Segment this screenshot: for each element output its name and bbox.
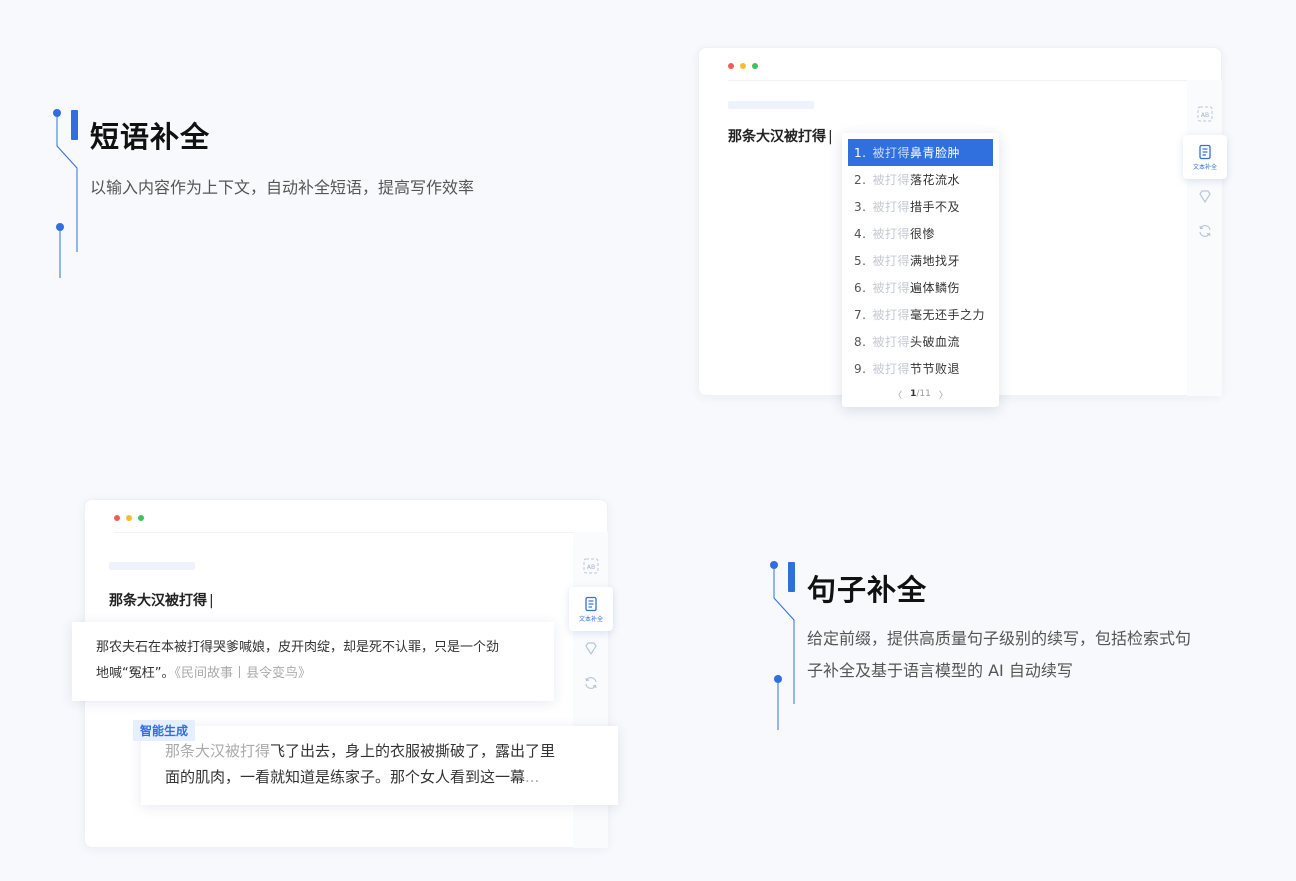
prompt-text: 那条大汉被打得 (109, 593, 207, 609)
ai-line-1: 那条大汉被打得飞了出去，身上的衣服被撕破了，露出了里 (165, 742, 556, 760)
suggestion-item[interactable]: 5. 被打得 满地找牙 (848, 247, 993, 274)
placeholder-bar (109, 562, 195, 570)
translate-tool-icon[interactable]: AB (580, 555, 602, 577)
close-dot[interactable] (728, 63, 734, 69)
suggestion-number: 6. (854, 280, 867, 295)
pagination: 〈 1/11 〉 (842, 384, 999, 404)
document-icon (585, 596, 597, 611)
ai-prefix: 那条大汉被打得 (165, 742, 271, 760)
minimize-dot[interactable] (126, 515, 132, 521)
ai-generated-suggestion[interactable]: 那条大汉被打得飞了出去，身上的衣服被撕破了，露出了里 面的肌肉，一看就知道是练家… (141, 726, 618, 805)
suggestion-prefix: 被打得 (872, 281, 910, 295)
editor-text[interactable]: 那条大汉被打得 | (109, 590, 214, 610)
maximize-dot[interactable] (138, 515, 144, 521)
phrase-feature-title: 短语补全 (90, 120, 211, 154)
ai-generated-tag: 智能生成 (133, 720, 196, 741)
suggestion-number: 8. (854, 334, 867, 349)
suggestion-completion: 很惨 (909, 227, 935, 241)
suggestion-completion: 措手不及 (909, 200, 960, 214)
suggestion-number: 4. (854, 226, 867, 241)
prompt-text: 那条大汉被打得 (728, 129, 826, 145)
editor-text[interactable]: 那条大汉被打得 | (728, 126, 833, 146)
window-controls (114, 515, 144, 521)
text-completion-label: 文本补全 (578, 615, 603, 623)
next-page-icon[interactable]: 〉 (939, 388, 948, 401)
suggestion-number: 5. (854, 253, 867, 268)
total-pages: 11 (919, 389, 931, 399)
suggestion-number: 9. (854, 361, 867, 376)
title-divider (114, 532, 574, 533)
placeholder-bar (728, 101, 814, 109)
text-completion-tool[interactable]: 文本补全 (569, 587, 613, 631)
suggestion-item[interactable]: 1. 被打得 鼻青脸肿 (848, 139, 993, 166)
suggestion-item[interactable]: 6. 被打得 遍体鳞伤 (848, 274, 993, 301)
suggestion-number: 1. (854, 145, 867, 160)
maximize-dot[interactable] (752, 63, 758, 69)
gem-tool-icon[interactable] (1194, 186, 1216, 208)
tool-rail: AB (1187, 80, 1222, 396)
minimize-dot[interactable] (740, 63, 746, 69)
retrieval-source: 《民间故事丨县令变鸟》 (174, 666, 311, 681)
sentence-feature-title: 句子补全 (807, 573, 928, 607)
suggestion-prefix: 被打得 (872, 254, 910, 268)
suggestion-completion: 遍体鳞伤 (909, 281, 960, 295)
text-caret: | (828, 129, 833, 145)
text-completion-tool[interactable]: 文本补全 (1183, 135, 1227, 179)
gem-tool-icon[interactable] (580, 638, 602, 660)
suggestion-prefix: 被打得 (872, 308, 910, 322)
suggestion-completion: 毫无还手之力 (909, 308, 985, 322)
suggestion-completion: 节节败退 (909, 362, 960, 376)
suggestion-completion: 鼻青脸肿 (909, 146, 960, 160)
sentence-feature-description-line-1: 给定前缀，提供高质量句子级别的续写，包括检索式句 (807, 629, 1192, 648)
suggestion-prefix: 被打得 (872, 146, 910, 160)
document-icon (1199, 144, 1211, 159)
suggestion-prefix: 被打得 (872, 173, 910, 187)
translate-tool-icon[interactable]: AB (1194, 103, 1216, 125)
suggestion-prefix: 被打得 (872, 227, 910, 241)
close-dot[interactable] (114, 515, 120, 521)
suggestion-item[interactable]: 7. 被打得 毫无还手之力 (848, 301, 993, 328)
svg-text:AB: AB (587, 564, 595, 571)
suggestion-number: 7. (854, 307, 867, 322)
window-controls (728, 63, 758, 69)
sentence-feature-description-line-2: 子补全及基于语言模型的 AI 自动续写 (807, 661, 1073, 680)
text-completion-label: 文本补全 (1192, 163, 1217, 171)
title-accent-bar (788, 562, 795, 592)
retrieval-line-1: 那农夫石在本被打得哭爹喊娘，皮开肉绽，却是死不认罪，只是一个劲 (96, 640, 500, 655)
prev-page-icon[interactable]: 〈 (893, 388, 902, 401)
refresh-tool-icon[interactable] (1194, 220, 1216, 242)
title-divider (728, 80, 1188, 81)
suggestion-prefix: 被打得 (872, 200, 910, 214)
page-indicator: 1/11 (910, 389, 931, 399)
suggestion-prefix: 被打得 (872, 335, 910, 349)
suggestion-completion: 落花流水 (909, 173, 960, 187)
suggestion-item[interactable]: 9. 被打得 节节败退 (848, 355, 993, 382)
suggestion-item[interactable]: 3. 被打得 措手不及 (848, 193, 993, 220)
refresh-tool-icon[interactable] (580, 672, 602, 694)
suggestion-item[interactable]: 2. 被打得 落花流水 (848, 166, 993, 193)
circuit-decoration (770, 561, 795, 730)
text-caret: | (209, 593, 214, 609)
suggestion-number: 3. (854, 199, 867, 214)
circuit-decoration (53, 109, 78, 278)
title-accent-bar (71, 110, 78, 140)
suggestion-item[interactable]: 8. 被打得 头破血流 (848, 328, 993, 355)
retrieval-line-2: 地喊“冤枉”。《民间故事丨县令变鸟》 (96, 666, 311, 681)
svg-text:AB: AB (1201, 112, 1209, 119)
phrase-feature-description: 以输入内容作为上下文，自动补全短语，提高写作效率 (90, 178, 475, 197)
suggestion-completion: 头破血流 (909, 335, 960, 349)
ai-line-2: 面的肌肉，一看就知道是练家子。那个女人看到这一幕... (165, 768, 540, 786)
retrieval-suggestion[interactable]: 那农夫石在本被打得哭爹喊娘，皮开肉绽，却是死不认罪，只是一个劲 地喊“冤枉”。《… (72, 622, 554, 701)
suggestion-completion: 满地找牙 (909, 254, 960, 268)
suggestion-dropdown: 1. 被打得 鼻青脸肿 2. 被打得 落花流水 3. 被打得 措手不及 4. 被打得 很惨 5. 被打得满… (842, 133, 999, 407)
suggestion-number: 2. (854, 172, 867, 187)
suggestion-prefix: 被打得 (872, 362, 910, 376)
suggestion-item[interactable]: 4. 被打得 很惨 (848, 220, 993, 247)
